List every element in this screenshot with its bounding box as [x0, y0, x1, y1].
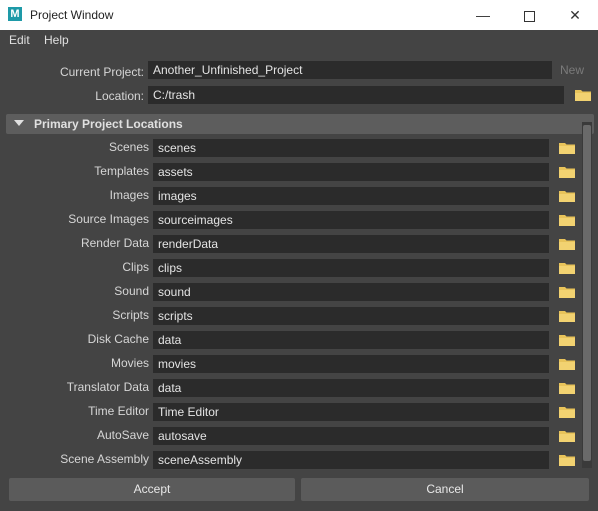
location-row-field[interactable]: sceneAssembly — [153, 451, 549, 469]
location-row-label: Scene Assembly — [60, 452, 149, 466]
maya-app-icon: M — [8, 7, 22, 21]
location-row-label: Scripts — [112, 308, 149, 322]
folder-icon[interactable] — [559, 238, 575, 250]
location-row-field[interactable]: Time Editor — [153, 403, 549, 421]
menu-bar: Edit Help — [0, 30, 598, 51]
section-title: Primary Project Locations — [34, 117, 183, 131]
maximize-icon — [523, 10, 535, 22]
location-row-field[interactable]: images — [153, 187, 549, 205]
current-project-label: Current Project: — [59, 65, 144, 79]
close-button[interactable]: ✕ — [552, 0, 598, 30]
location-row-label: Sound — [114, 284, 149, 298]
location-row-label: Render Data — [80, 236, 149, 250]
folder-icon[interactable] — [559, 382, 575, 394]
location-row-label: Source Images — [68, 212, 149, 226]
window-title: Project Window — [30, 8, 114, 22]
folder-icon[interactable] — [575, 89, 591, 101]
location-row-field[interactable]: movies — [153, 355, 549, 373]
folder-icon[interactable] — [559, 166, 575, 178]
location-row-field[interactable]: assets — [153, 163, 549, 181]
primary-locations-header[interactable]: Primary Project Locations — [6, 114, 594, 134]
minimize-button[interactable]: — — [460, 0, 506, 30]
location-row-field[interactable]: scenes — [153, 139, 549, 157]
location-row-label: Clips — [122, 260, 149, 274]
location-row-label: Templates — [94, 164, 149, 178]
close-icon: ✕ — [569, 7, 581, 23]
location-row-field[interactable]: sound — [153, 283, 549, 301]
folder-icon[interactable] — [559, 142, 575, 154]
folder-icon[interactable] — [559, 286, 575, 298]
location-row-label: Images — [109, 188, 149, 202]
folder-icon[interactable] — [559, 454, 575, 466]
folder-icon[interactable] — [559, 430, 575, 442]
folder-icon[interactable] — [559, 358, 575, 370]
folder-icon[interactable] — [559, 406, 575, 418]
scrollbar[interactable] — [582, 122, 592, 468]
location-row-field[interactable]: clips — [153, 259, 549, 277]
folder-icon[interactable] — [559, 190, 575, 202]
current-project-field[interactable]: Another_Unfinished_Project — [148, 61, 552, 79]
scrollbar-thumb[interactable] — [583, 125, 591, 461]
new-project-button[interactable]: New — [555, 61, 589, 79]
location-row-field[interactable]: sourceimages — [153, 211, 549, 229]
location-row-label: Time Editor — [88, 404, 149, 418]
menu-help[interactable]: Help — [44, 33, 69, 47]
menu-edit[interactable]: Edit — [9, 33, 30, 47]
location-row-label: Movies — [110, 356, 149, 370]
location-row-label: Disk Cache — [87, 332, 149, 346]
location-field[interactable]: C:/trash — [148, 86, 564, 104]
location-row-label: Translator Data — [66, 380, 149, 394]
cancel-button[interactable]: Cancel — [301, 478, 589, 501]
folder-icon[interactable] — [559, 214, 575, 226]
location-row-field[interactable]: data — [153, 331, 549, 349]
location-row-field[interactable]: renderData — [153, 235, 549, 253]
folder-icon[interactable] — [559, 262, 575, 274]
maximize-button[interactable] — [506, 0, 552, 30]
location-label: Location: — [95, 89, 144, 103]
location-row-field[interactable]: scripts — [153, 307, 549, 325]
accept-button[interactable]: Accept — [9, 478, 295, 501]
folder-icon[interactable] — [559, 334, 575, 346]
title-bar: M Project Window — ✕ — [0, 0, 598, 30]
minimize-icon: — — [476, 7, 490, 23]
collapse-triangle-icon — [14, 120, 24, 126]
location-row-label: AutoSave — [96, 428, 149, 442]
location-row-label: Scenes — [108, 140, 149, 154]
folder-icon[interactable] — [559, 310, 575, 322]
location-row-field[interactable]: autosave — [153, 427, 549, 445]
location-row-field[interactable]: data — [153, 379, 549, 397]
